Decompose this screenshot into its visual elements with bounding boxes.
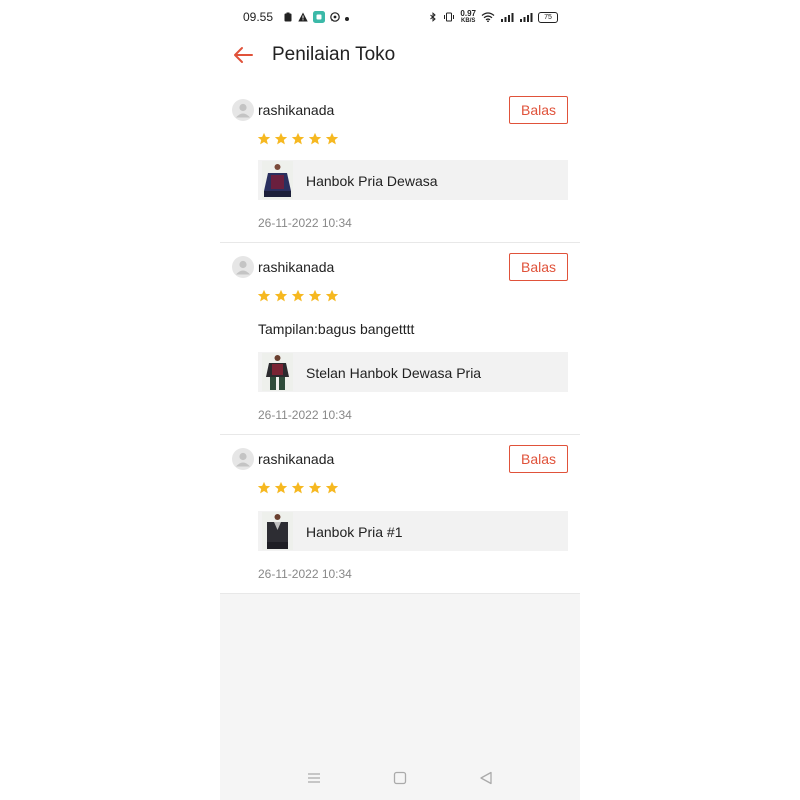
signal-icon: [501, 13, 514, 22]
star-icon: [308, 132, 322, 145]
system-icons: 0.97 KB/S 75: [428, 10, 558, 24]
user-placeholder-icon: [236, 452, 250, 467]
signal-icon: [520, 13, 533, 22]
product-name: Hanbok Pria Dewasa: [306, 173, 438, 189]
star-icon: [308, 289, 322, 302]
star-icon: [257, 289, 271, 302]
star-rating: [257, 132, 339, 146]
star-rating: [257, 481, 339, 495]
bluetooth-icon: [430, 12, 437, 22]
status-bar: 09.55 0.97 KB/S 75: [220, 0, 580, 36]
star-icon: [325, 481, 339, 494]
whatsapp-icon: [330, 12, 340, 22]
star-rating: [257, 289, 339, 303]
app-header: Penilaian Toko: [220, 36, 580, 86]
star-icon: [291, 481, 305, 494]
network-speed: 0.97 KB/S: [460, 9, 476, 25]
page-title: Penilaian Toko: [272, 44, 396, 65]
star-icon: [291, 289, 305, 302]
product-card[interactable]: Hanbok Pria #1: [258, 511, 568, 551]
star-icon: [291, 132, 305, 145]
reviewer-username: rashikanada: [258, 451, 335, 467]
star-icon: [325, 132, 339, 145]
star-icon: [274, 289, 288, 302]
star-icon: [274, 481, 288, 494]
product-card[interactable]: Hanbok Pria Dewasa: [258, 160, 568, 200]
product-thumbnail: [262, 353, 293, 391]
product-name: Hanbok Pria #1: [306, 524, 403, 540]
reviewer-username: rashikanada: [258, 102, 335, 118]
notification-icons: [283, 11, 349, 23]
user-placeholder-icon: [236, 103, 250, 118]
app-notification-icon: [313, 11, 325, 23]
reviewer-username: rashikanada: [258, 259, 335, 275]
review-timestamp: 26-11-2022 10:34: [258, 408, 352, 422]
product-card[interactable]: Stelan Hanbok Dewasa Pria: [258, 352, 568, 392]
reply-button[interactable]: Balas: [509, 445, 568, 473]
reply-button[interactable]: Balas: [509, 253, 568, 281]
review-card: rashikanada Balas Hanbok Pria #1 26-11-2…: [220, 435, 580, 594]
more-dot-icon: [345, 16, 349, 21]
phone-screen: 09.55 0.97 KB/S 75 Penilaian Toko rashik…: [220, 0, 580, 800]
reply-button[interactable]: Balas: [509, 96, 568, 124]
product-thumbnail: [262, 161, 293, 199]
review-timestamp: 26-11-2022 10:34: [258, 216, 352, 230]
review-card: rashikanada Balas Hanbok Pria Dewasa 26-…: [220, 86, 580, 243]
review-timestamp: 26-11-2022 10:34: [258, 567, 352, 581]
star-icon: [308, 481, 322, 494]
product-name: Stelan Hanbok Dewasa Pria: [306, 365, 482, 381]
avatar: [232, 448, 254, 470]
status-time: 09.55: [243, 10, 274, 24]
back-triangle-icon[interactable]: [478, 770, 494, 786]
wifi-icon: [481, 12, 495, 22]
clipboard-icon: [284, 12, 292, 22]
review-card: rashikanada Balas Tampilan:bagus bangett…: [220, 243, 580, 435]
vibrate-icon: [444, 12, 455, 22]
star-icon: [257, 132, 271, 145]
arrow-left-icon[interactable]: [232, 45, 254, 65]
warning-icon: [298, 12, 308, 22]
product-thumbnail: [262, 512, 293, 550]
user-placeholder-icon: [236, 260, 250, 275]
avatar: [232, 256, 254, 278]
network-speed-value: 0.97: [460, 9, 476, 18]
network-speed-unit: KB/S: [461, 18, 476, 24]
review-list: rashikanada Balas Hanbok Pria Dewasa 26-…: [220, 86, 580, 594]
menu-icon[interactable]: [306, 770, 322, 786]
avatar: [232, 99, 254, 121]
home-icon[interactable]: [392, 770, 408, 786]
star-icon: [257, 481, 271, 494]
star-icon: [325, 289, 339, 302]
system-nav-bar: [220, 756, 580, 800]
star-icon: [274, 132, 288, 145]
review-comment: Tampilan:bagus bangetttt: [258, 321, 415, 337]
battery-icon: 75: [538, 11, 558, 23]
